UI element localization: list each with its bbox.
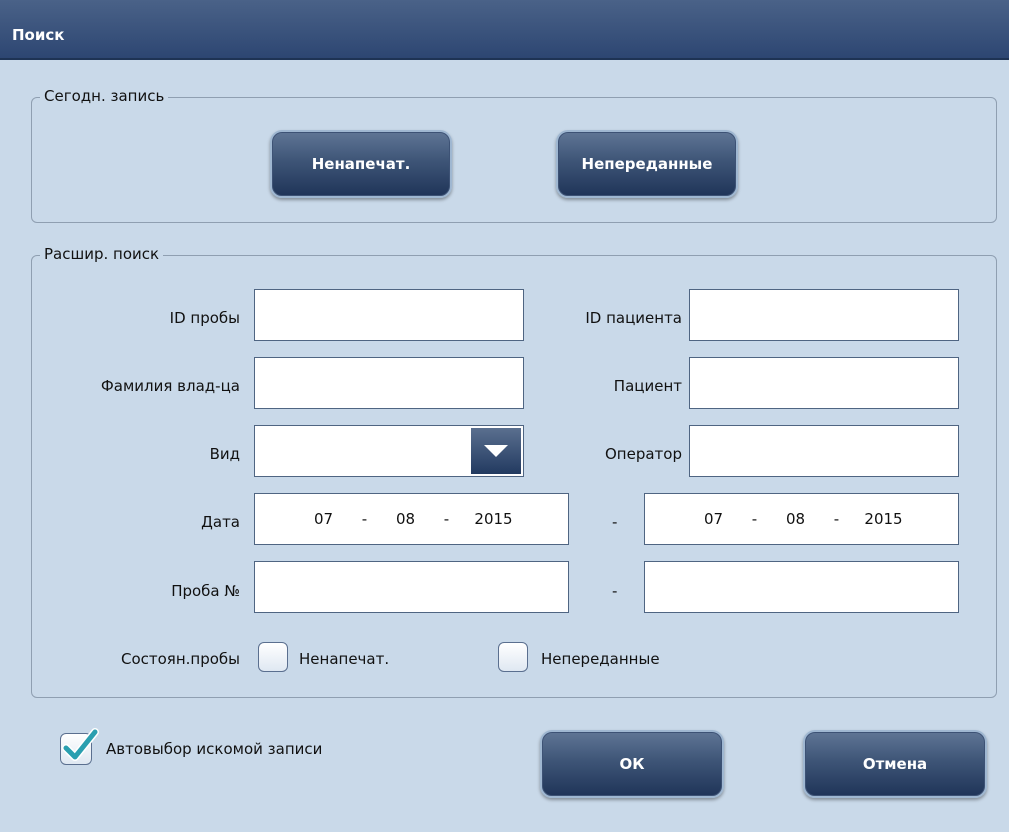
owner-surname-label: Фамилия влад-ца <box>100 377 240 395</box>
patient-id-label: ID пациента <box>585 309 682 327</box>
kind-select[interactable] <box>254 425 524 477</box>
date-from-month[interactable]: 08 <box>377 510 435 528</box>
chevron-down-icon <box>484 445 508 457</box>
operator-label: Оператор <box>605 445 682 463</box>
status-unprinted-checkbox[interactable] <box>258 642 288 672</box>
patient-id-input[interactable] <box>689 289 959 341</box>
autoselect-label: Автовыбор искомой записи <box>106 740 323 758</box>
unprinted-button[interactable]: Ненапечат. <box>270 130 452 198</box>
owner-surname-input[interactable] <box>254 357 524 409</box>
status-unprinted-label: Ненапечат. <box>299 650 390 668</box>
date-to-year[interactable]: 2015 <box>849 510 919 528</box>
today-records-group: Сегодн. запись Ненапечат. Непереданные <box>31 87 997 223</box>
date-to-month[interactable]: 08 <box>767 510 825 528</box>
date-label: Дата <box>201 513 240 531</box>
sample-number-from-input[interactable] <box>254 561 569 613</box>
checkmark-icon <box>62 728 99 761</box>
date-from-year[interactable]: 2015 <box>459 510 529 528</box>
date-to-field[interactable]: 07 - 08 - 2015 <box>644 493 959 545</box>
sample-number-label: Проба № <box>171 582 240 600</box>
sample-status-label: Состоян.пробы <box>120 650 240 668</box>
cancel-button[interactable]: Отмена <box>803 730 987 798</box>
advanced-search-legend: Расшир. поиск <box>40 245 164 263</box>
date-from-field[interactable]: 07 - 08 - 2015 <box>254 493 569 545</box>
autoselect-checkbox[interactable] <box>60 728 99 765</box>
date-separator: - <box>833 510 840 528</box>
untransmitted-button[interactable]: Непереданные <box>556 130 738 198</box>
date-separator: - <box>751 510 758 528</box>
date-from-day[interactable]: 07 <box>295 510 353 528</box>
window-title: Поиск <box>12 26 65 44</box>
date-separator: - <box>361 510 368 528</box>
date-to-day[interactable]: 07 <box>685 510 743 528</box>
sample-number-to-input[interactable] <box>644 561 959 613</box>
sample-id-input[interactable] <box>254 289 524 341</box>
search-dialog: Сегодн. запись Ненапечат. Непереданные Р… <box>0 60 1009 832</box>
status-untransmitted-checkbox[interactable] <box>498 642 528 672</box>
title-bar: Поиск <box>0 0 1009 60</box>
patient-label: Пациент <box>613 377 682 395</box>
dropdown-button[interactable] <box>471 428 521 474</box>
status-untransmitted-label: Непереданные <box>541 650 660 668</box>
today-records-legend: Сегодн. запись <box>40 87 169 105</box>
ok-button[interactable]: ОК <box>540 730 724 798</box>
date-separator: - <box>443 510 450 528</box>
kind-label: Вид <box>209 445 240 463</box>
sample-id-label: ID пробы <box>169 309 240 327</box>
patient-input[interactable] <box>689 357 959 409</box>
date-range-separator: - <box>612 513 618 531</box>
operator-input[interactable] <box>689 425 959 477</box>
sample-range-separator: - <box>612 582 618 600</box>
